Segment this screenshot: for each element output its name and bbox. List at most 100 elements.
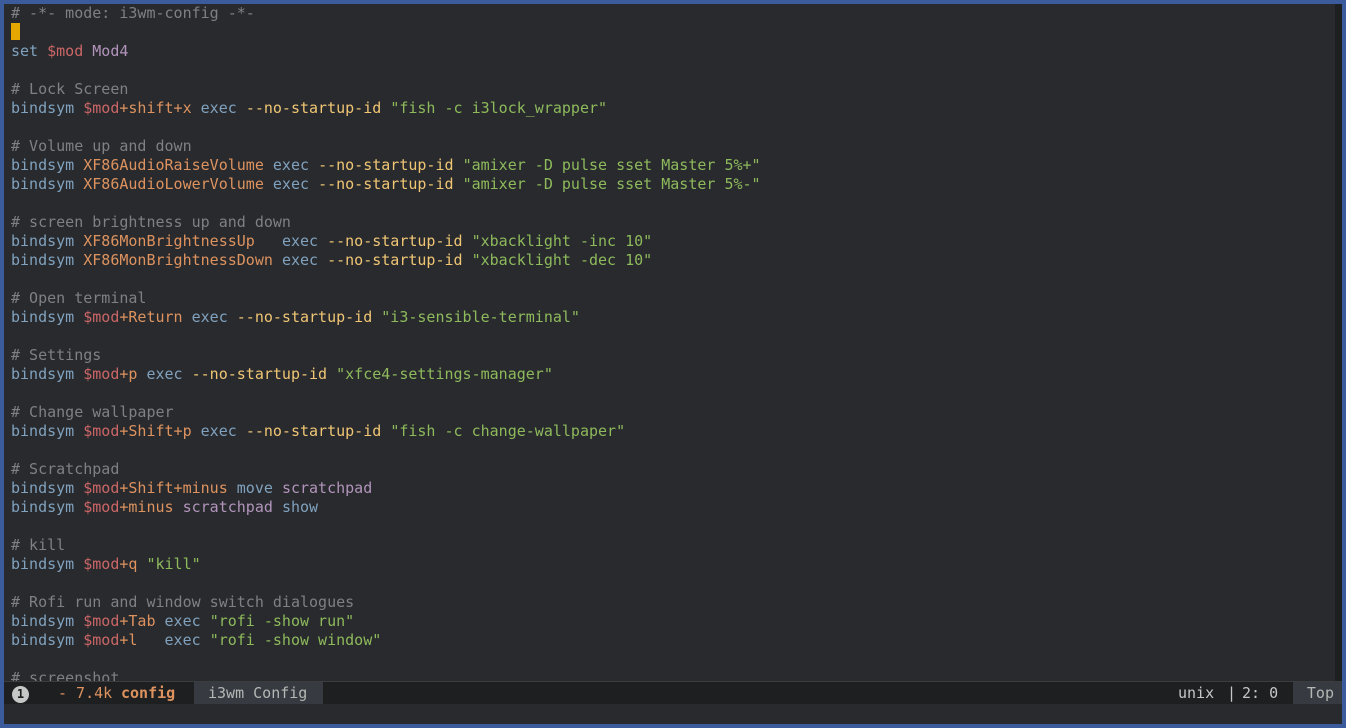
mode-line: 1 - 7.4k config i3wm Config unix | 2: 0 … [4, 681, 1342, 705]
code-token: bindsym [11, 232, 84, 250]
code-line[interactable]: bindsym $mod+shift+x exec --no-startup-i… [11, 99, 607, 118]
code-token: XF86AudioRaiseVolume [83, 156, 273, 174]
code-token: bindsym [11, 365, 84, 383]
code-token: $mod [83, 479, 120, 497]
code-token: exec [164, 612, 210, 630]
code-token: $mod [83, 422, 120, 440]
code-token: "rofi -show run" [209, 612, 355, 630]
code-token: move [236, 479, 282, 497]
code-line[interactable]: # screenshot [11, 669, 119, 681]
code-line[interactable] [11, 23, 20, 42]
code-token: exec [272, 175, 319, 193]
code-line[interactable]: bindsym XF86AudioRaiseVolume exec --no-s… [11, 156, 761, 175]
code-token: bindsym [11, 479, 84, 497]
code-token: --no-startup-id [327, 251, 472, 269]
code-token: $mod [83, 99, 120, 117]
code-token: bindsym [11, 555, 84, 573]
code-token: scratchpad [182, 498, 282, 516]
code-token: # Settings [11, 346, 102, 364]
code-token: bindsym [11, 631, 84, 649]
buffer-name[interactable]: config [121, 682, 175, 705]
code-token: $mod [83, 308, 120, 326]
code-token: bindsym [11, 175, 84, 193]
code-token: exec [146, 365, 192, 383]
code-token: --no-startup-id [318, 175, 463, 193]
code-token: exec [164, 631, 210, 649]
code-line[interactable]: # Rofi run and window switch dialogues [11, 593, 354, 612]
code-line[interactable]: # Change wallpaper [11, 403, 174, 422]
code-token: # Open terminal [11, 289, 147, 307]
code-token: $mod [83, 631, 120, 649]
code-token: $mod [83, 498, 120, 516]
code-token: --no-startup-id [236, 308, 382, 326]
code-line[interactable]: # Settings [11, 346, 101, 365]
window-number-badge[interactable]: 1 [12, 686, 29, 703]
code-token: +q [119, 555, 147, 573]
code-line[interactable]: bindsym $mod+q "kill" [11, 555, 201, 574]
code-line[interactable]: bindsym XF86MonBrightnessUp exec --no-st… [11, 232, 652, 251]
scrollbar[interactable] [1335, 4, 1342, 681]
code-line[interactable]: bindsym $mod+p exec --no-startup-id "xfc… [11, 365, 553, 384]
code-line[interactable]: # Lock Screen [11, 80, 128, 99]
code-line[interactable]: bindsym $mod+Tab exec "rofi -show run" [11, 612, 354, 631]
code-token: +Return [119, 308, 192, 326]
code-token: +Shift+minus [119, 479, 237, 497]
code-line[interactable]: bindsym $mod+Return exec --no-startup-id… [11, 308, 580, 327]
code-token: XF86MonBrightnessUp [83, 232, 282, 250]
code-token: "fish -c change-wallpaper" [390, 422, 626, 440]
code-token: +p [119, 365, 147, 383]
code-token: "xbacklight -inc 10" [471, 232, 653, 250]
code-token: # Lock Screen [11, 80, 129, 98]
code-token: exec [200, 422, 246, 440]
code-token: exec [200, 99, 246, 117]
code-token: # -*- mode: i3wm-config -*- [11, 4, 255, 22]
code-token: +minus [119, 498, 183, 516]
code-line[interactable]: bindsym XF86AudioLowerVolume exec --no-s… [11, 175, 761, 194]
code-token: bindsym [11, 308, 84, 326]
code-line[interactable]: # Volume up and down [11, 137, 192, 156]
code-line[interactable]: bindsym $mod+l exec "rofi -show window" [11, 631, 381, 650]
code-line[interactable]: bindsym $mod+minus scratchpad show [11, 498, 318, 517]
code-token: "i3-sensible-terminal" [381, 308, 580, 326]
code-line[interactable]: bindsym $mod+Shift+p exec --no-startup-i… [11, 422, 625, 441]
text-editor-area[interactable]: # -*- mode: i3wm-config -*- set $mod Mod4… [4, 4, 1335, 681]
code-token: exec [281, 251, 328, 269]
code-token: "rofi -show window" [209, 631, 382, 649]
major-mode-indicator[interactable]: i3wm Config [194, 682, 324, 705]
code-token: +l [119, 631, 165, 649]
scroll-position: Top [1292, 682, 1342, 705]
code-token: show [281, 498, 319, 516]
code-token: "xbacklight -dec 10" [471, 251, 653, 269]
cursor-position: 2: 0 [1242, 684, 1279, 702]
code-token: +Tab [119, 612, 165, 630]
code-line[interactable]: # Open terminal [11, 289, 146, 308]
code-token: +shift+x [119, 99, 201, 117]
code-token: scratchpad [281, 479, 373, 497]
code-token: exec [281, 232, 328, 250]
code-line[interactable]: # -*- mode: i3wm-config -*- [11, 4, 255, 23]
code-line[interactable]: # kill [11, 536, 65, 555]
code-line[interactable]: bindsym $mod+Shift+minus move scratchpad [11, 479, 372, 498]
code-token: bindsym [11, 612, 84, 630]
code-line[interactable]: bindsym XF86MonBrightnessDown exec --no-… [11, 251, 652, 270]
buffer-size: - 7.4k [58, 684, 122, 702]
code-token: # Change wallpaper [11, 403, 174, 421]
code-line[interactable]: set $mod Mod4 [11, 42, 128, 61]
code-token: $mod [47, 42, 93, 60]
code-token: $mod [83, 612, 120, 630]
minibuffer[interactable] [4, 704, 1342, 724]
code-token: "amixer -D pulse sset Master 5%-" [462, 175, 761, 193]
code-line[interactable]: # Scratchpad [11, 460, 119, 479]
encoding-indicator[interactable]: unix [1178, 682, 1214, 705]
code-token: # kill [11, 536, 66, 554]
code-token: $mod [83, 365, 120, 383]
code-token: # Scratchpad [11, 460, 120, 478]
code-token: "xfce4-settings-manager" [336, 365, 553, 383]
code-token: bindsym [11, 156, 84, 174]
code-token: # screenshot [11, 669, 120, 681]
code-token: "kill" [146, 555, 201, 573]
code-line[interactable]: # screen brightness up and down [11, 213, 291, 232]
code-token: # Rofi run and window switch dialogues [11, 593, 355, 611]
code-token: exec [191, 308, 237, 326]
code-token: XF86AudioLowerVolume [83, 175, 273, 193]
